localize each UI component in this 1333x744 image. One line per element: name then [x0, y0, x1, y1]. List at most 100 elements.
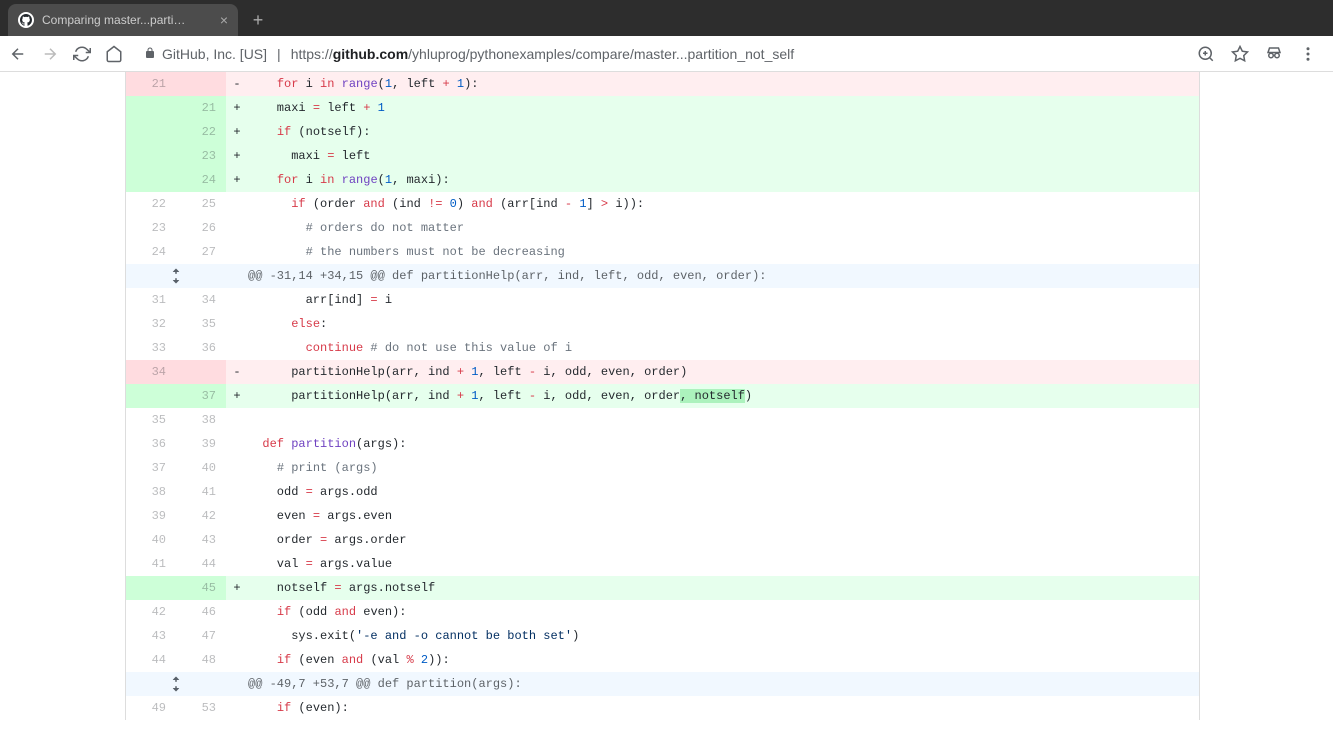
close-tab-icon[interactable]: ×	[220, 12, 228, 28]
expand-icon[interactable]	[126, 264, 226, 288]
diff-line: 4953 if (even):	[126, 696, 1199, 720]
code-content: continue # do not use this value of i	[248, 336, 1199, 360]
expand-icon[interactable]	[126, 672, 226, 696]
menu-icon[interactable]	[1299, 45, 1317, 63]
new-line-number[interactable]	[176, 72, 226, 96]
new-line-number[interactable]: 26	[176, 216, 226, 240]
code-content: # print (args)	[248, 456, 1199, 480]
back-button[interactable]	[8, 44, 28, 64]
diff-line: 2326 # orders do not matter	[126, 216, 1199, 240]
old-line-number[interactable]: 34	[126, 360, 176, 384]
code-content: odd = args.odd	[248, 480, 1199, 504]
url-security-label: GitHub, Inc. [US]	[162, 46, 267, 62]
old-line-number[interactable]: 23	[126, 216, 176, 240]
new-line-number[interactable]: 38	[176, 408, 226, 432]
new-line-number[interactable]: 43	[176, 528, 226, 552]
old-line-number[interactable]: 42	[126, 600, 176, 624]
old-line-number[interactable]: 33	[126, 336, 176, 360]
new-line-number[interactable]: 27	[176, 240, 226, 264]
code-content: def partition(args):	[248, 432, 1199, 456]
old-line-number[interactable]: 40	[126, 528, 176, 552]
code-content: # the numbers must not be decreasing	[248, 240, 1199, 264]
code-content: for i in range(1, left + 1):	[248, 72, 1199, 96]
old-line-number[interactable]: 32	[126, 312, 176, 336]
code-content: val = args.value	[248, 552, 1199, 576]
old-line-number[interactable]: 31	[126, 288, 176, 312]
old-line-number[interactable]: 22	[126, 192, 176, 216]
new-line-number[interactable]: 21	[176, 96, 226, 120]
code-content: maxi = left + 1	[248, 96, 1199, 120]
old-line-number[interactable]	[126, 576, 176, 600]
old-line-number[interactable]: 36	[126, 432, 176, 456]
old-line-number[interactable]: 49	[126, 696, 176, 720]
reload-button[interactable]	[72, 44, 92, 64]
code-content: if (even and (val % 2)):	[248, 648, 1199, 672]
new-line-number[interactable]: 47	[176, 624, 226, 648]
code-content: partitionHelp(arr, ind + 1, left - i, od…	[248, 384, 1199, 408]
new-line-number[interactable]: 36	[176, 336, 226, 360]
page-viewport[interactable]: 21- for i in range(1, left + 1):21+ maxi…	[0, 72, 1333, 744]
code-content: maxi = left	[248, 144, 1199, 168]
old-line-number[interactable]	[126, 120, 176, 144]
diff-line: 3538	[126, 408, 1199, 432]
new-line-number[interactable]: 23	[176, 144, 226, 168]
code-content: notself = args.notself	[248, 576, 1199, 600]
diff-line: 37+ partitionHelp(arr, ind + 1, left - i…	[126, 384, 1199, 408]
new-line-number[interactable]: 45	[176, 576, 226, 600]
new-line-number[interactable]: 22	[176, 120, 226, 144]
old-line-number[interactable]: 39	[126, 504, 176, 528]
new-tab-button[interactable]: +	[244, 6, 272, 34]
old-line-number[interactable]: 35	[126, 408, 176, 432]
new-line-number[interactable]: 42	[176, 504, 226, 528]
old-line-number[interactable]: 24	[126, 240, 176, 264]
diff-line: 22+ if (notself):	[126, 120, 1199, 144]
diff-line: 21+ maxi = left + 1	[126, 96, 1199, 120]
star-icon[interactable]	[1231, 45, 1249, 63]
new-line-number[interactable]: 37	[176, 384, 226, 408]
new-line-number[interactable]: 53	[176, 696, 226, 720]
new-line-number[interactable]: 34	[176, 288, 226, 312]
old-line-number[interactable]: 44	[126, 648, 176, 672]
old-line-number[interactable]: 41	[126, 552, 176, 576]
browser-tab[interactable]: Comparing master...parti… ×	[8, 4, 238, 36]
old-line-number[interactable]	[126, 144, 176, 168]
code-content: if (odd and even):	[248, 600, 1199, 624]
toolbar-right	[1197, 45, 1325, 63]
old-line-number[interactable]	[126, 384, 176, 408]
hunk-text: @@ -31,14 +34,15 @@ def partitionHelp(ar…	[248, 264, 1199, 288]
url-box[interactable]: GitHub, Inc. [US] | https://github.com/y…	[136, 46, 1185, 62]
new-line-number[interactable]: 39	[176, 432, 226, 456]
code-content: if (order and (ind != 0) and (arr[ind - …	[248, 192, 1199, 216]
code-content: order = args.order	[248, 528, 1199, 552]
new-line-number[interactable]: 44	[176, 552, 226, 576]
forward-button[interactable]	[40, 44, 60, 64]
address-bar: GitHub, Inc. [US] | https://github.com/y…	[0, 36, 1333, 72]
new-line-number[interactable]: 25	[176, 192, 226, 216]
old-line-number[interactable]	[126, 168, 176, 192]
old-line-number[interactable]: 21	[126, 72, 176, 96]
diff-line: 3336 continue # do not use this value of…	[126, 336, 1199, 360]
incognito-icon[interactable]	[1265, 45, 1283, 63]
code-content: even = args.even	[248, 504, 1199, 528]
zoom-icon[interactable]	[1197, 45, 1215, 63]
new-line-number[interactable]: 40	[176, 456, 226, 480]
github-favicon	[18, 12, 34, 28]
hunk-header: @@ -49,7 +53,7 @@ def partition(args):	[126, 672, 1199, 696]
new-line-number[interactable]: 24	[176, 168, 226, 192]
new-line-number[interactable]: 46	[176, 600, 226, 624]
code-content: arr[ind] = i	[248, 288, 1199, 312]
old-line-number[interactable]	[126, 96, 176, 120]
new-line-number[interactable]	[176, 360, 226, 384]
new-line-number[interactable]: 41	[176, 480, 226, 504]
new-line-number[interactable]: 35	[176, 312, 226, 336]
old-line-number[interactable]: 43	[126, 624, 176, 648]
old-line-number[interactable]: 37	[126, 456, 176, 480]
diff-line: 2225 if (order and (ind != 0) and (arr[i…	[126, 192, 1199, 216]
old-line-number[interactable]: 38	[126, 480, 176, 504]
home-button[interactable]	[104, 44, 124, 64]
code-content: if (notself):	[248, 120, 1199, 144]
new-line-number[interactable]: 48	[176, 648, 226, 672]
diff-line: 3134 arr[ind] = i	[126, 288, 1199, 312]
diff-line: 4043 order = args.order	[126, 528, 1199, 552]
diff-line: 3740 # print (args)	[126, 456, 1199, 480]
